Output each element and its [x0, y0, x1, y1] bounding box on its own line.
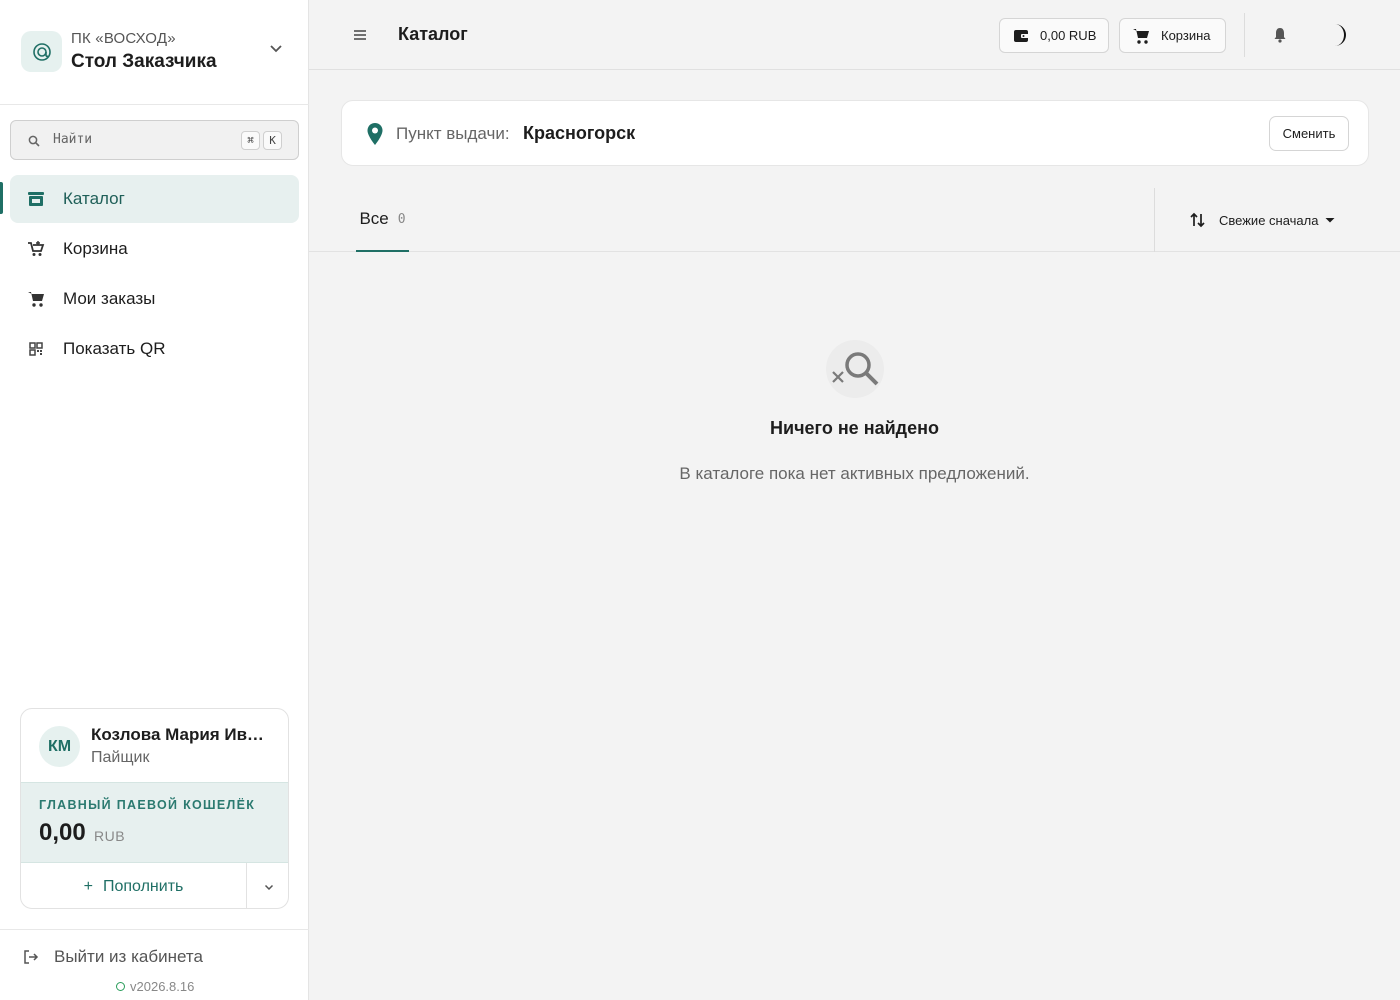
- org-switcher[interactable]: ПК «ВОСХОД» Стол Заказчика: [0, 0, 309, 105]
- logout-icon: [24, 950, 39, 964]
- sort-label: Свежие сначала: [1219, 212, 1319, 228]
- sidebar-item-label: Показать QR: [63, 339, 166, 358]
- chevron-down-icon: [264, 884, 273, 890]
- location-pin-icon: [367, 123, 383, 145]
- version-label: v2026.8.16: [130, 979, 195, 994]
- plus-icon: +: [83, 877, 93, 895]
- moon-icon[interactable]: [1324, 20, 1354, 50]
- cart-button[interactable]: Корзина: [1119, 18, 1226, 53]
- logout-label: Выйти из кабинета: [54, 947, 203, 966]
- menu-icon[interactable]: [349, 25, 371, 45]
- tab-label: Все: [359, 209, 389, 228]
- wallet-title: ГЛАВНЫЙ ПАЕВОЙ КОШЕЛЁК: [39, 798, 256, 812]
- user-name: Козлова Мария Иванова: [91, 725, 271, 744]
- wallet-currency: RUB: [94, 828, 126, 844]
- topup-button[interactable]: + Пополнить: [21, 863, 246, 908]
- search-input[interactable]: Найти ⌘ K: [10, 120, 299, 160]
- sidebar-item-orders[interactable]: Мои заказы: [10, 275, 299, 323]
- page-title: Каталог: [398, 24, 468, 44]
- sidebar: ПК «ВОСХОД» Стол Заказчика Найти ⌘ K Кат…: [0, 0, 309, 1000]
- tabs-bar: Все 0 Свежие сначала: [309, 188, 1400, 252]
- pickup-label: Пункт выдачи:: [396, 124, 510, 143]
- org-name: Стол Заказчика: [71, 51, 217, 72]
- bell-icon[interactable]: [1271, 26, 1289, 44]
- chevron-down-icon[interactable]: [266, 38, 286, 58]
- status-dot-icon: [116, 982, 125, 991]
- balance-label: 0,00 RUB: [1040, 28, 1097, 43]
- sidebar-item-label: Корзина: [63, 239, 128, 258]
- empty-title: Ничего не найдено: [770, 418, 939, 438]
- empty-state: Ничего не найдено В каталоге пока нет ак…: [309, 340, 1400, 500]
- active-nav-indicator: [0, 182, 3, 214]
- pickup-point-card: Пункт выдачи: Красногорск Сменить: [341, 100, 1369, 166]
- tab-all[interactable]: Все 0: [356, 188, 409, 252]
- cart-label: Корзина: [1161, 28, 1211, 43]
- empty-text: В каталоге пока нет активных предложений…: [679, 464, 1030, 483]
- sidebar-item-qr[interactable]: Показать QR: [10, 325, 299, 373]
- cart-icon: [28, 292, 44, 307]
- sidebar-item-label: Мои заказы: [63, 289, 156, 308]
- search-placeholder: Найти: [53, 132, 93, 147]
- sidebar-item-catalog[interactable]: Каталог: [10, 175, 299, 223]
- version-info: v2026.8.16: [116, 979, 194, 994]
- topup-label: Пополнить: [102, 877, 184, 895]
- sort-icon: [1190, 212, 1205, 228]
- balance-button[interactable]: 0,00 RUB: [999, 18, 1109, 53]
- store-icon: [28, 192, 44, 206]
- shortcut-mod-key: ⌘: [241, 131, 260, 150]
- cart-add-icon: [28, 241, 45, 256]
- pickup-city: Красногорск: [523, 123, 636, 143]
- logout-button[interactable]: Выйти из кабинета: [22, 947, 203, 967]
- qr-icon: [29, 342, 43, 356]
- cart-icon: [1133, 28, 1149, 44]
- change-pickup-button[interactable]: Сменить: [1269, 116, 1349, 151]
- footer: Выйти из кабинета v2026.8.16: [0, 929, 309, 1000]
- sidebar-item-label: Каталог: [63, 189, 125, 208]
- wallet-icon: [1014, 29, 1029, 42]
- search-off-icon: [826, 340, 884, 398]
- user-card: КМ Козлова Мария Иванова Пайщик ГЛАВНЫЙ …: [20, 708, 289, 909]
- header-divider: [1244, 13, 1245, 57]
- wallet-amount: 0,00: [39, 819, 86, 846]
- org-subtitle: ПК «ВОСХОД»: [71, 30, 176, 47]
- sort-select[interactable]: Свежие сначала: [1189, 208, 1336, 232]
- shortcut-key: K: [263, 131, 282, 150]
- search-icon: [28, 135, 40, 147]
- caret-down-icon: [1325, 218, 1335, 223]
- wallet-panel: ГЛАВНЫЙ ПАЕВОЙ КОШЕЛЁК 0,00 RUB: [21, 782, 288, 863]
- wallet-more-button[interactable]: [246, 863, 288, 908]
- sidebar-item-cart[interactable]: Корзина: [10, 225, 299, 273]
- user-role: Пайщик: [91, 749, 150, 766]
- top-bar: Каталог 0,00 RUB Корзина: [309, 0, 1400, 70]
- tabs-divider: [1154, 188, 1155, 252]
- avatar[interactable]: КМ: [39, 726, 80, 767]
- org-logo-icon: [21, 31, 62, 72]
- tab-count: 0: [397, 211, 406, 227]
